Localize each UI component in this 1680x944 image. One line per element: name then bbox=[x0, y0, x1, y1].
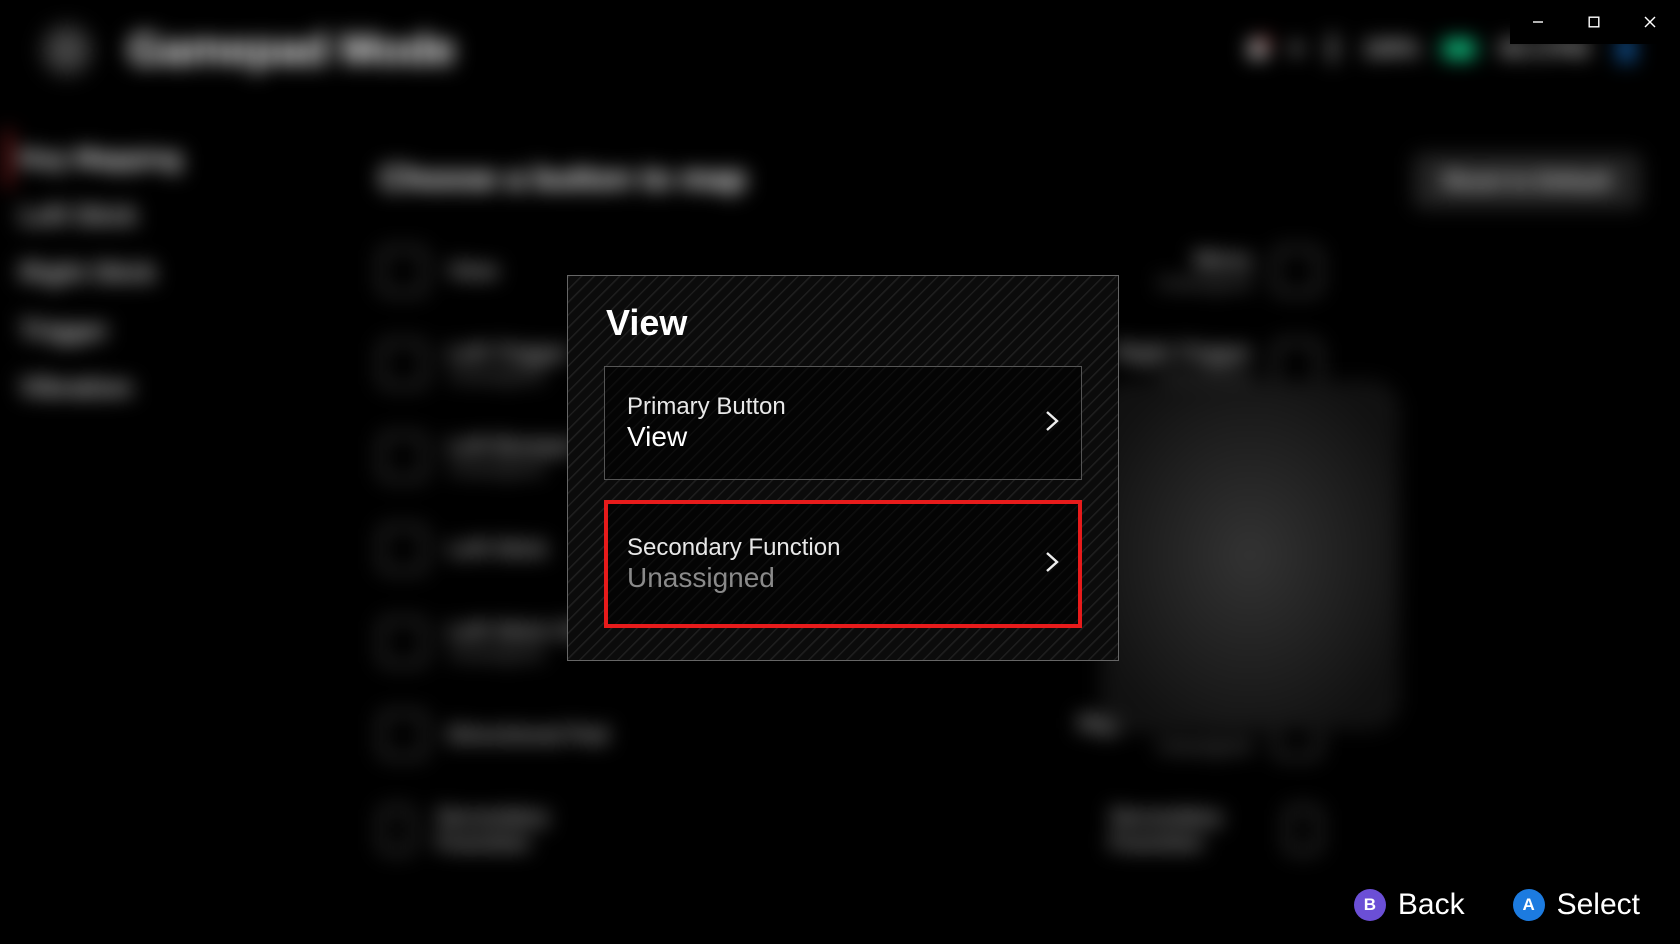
wifi-icon: ▾ bbox=[1291, 36, 1302, 62]
secondary-function-value: Unassigned bbox=[627, 562, 840, 594]
main-heading: Choose a button to map bbox=[380, 160, 1320, 197]
primary-button-label: Primary Button bbox=[627, 393, 786, 421]
mapping-icon bbox=[380, 807, 414, 853]
mapping-label[interactable]: Left Bumper bbox=[448, 433, 578, 458]
secondary-function-label[interactable]: Secondary Function bbox=[1110, 804, 1223, 855]
modal-title: View bbox=[606, 302, 1082, 344]
app-logo-icon bbox=[40, 23, 94, 77]
mapping-icon bbox=[1286, 807, 1320, 853]
select-hint[interactable]: A Select bbox=[1513, 888, 1640, 922]
sidebar-item-trigger[interactable]: Trigger bbox=[20, 302, 182, 359]
mapping-icon bbox=[380, 619, 426, 665]
select-label: Select bbox=[1557, 888, 1640, 922]
secondary-function-label[interactable]: Secondary Function bbox=[436, 804, 549, 855]
mapping-icon bbox=[380, 248, 426, 294]
sidebar-item-vibration[interactable]: Vibration bbox=[20, 359, 182, 416]
window-minimize-button[interactable] bbox=[1510, 0, 1566, 44]
window-controls bbox=[1510, 0, 1680, 44]
mapping-label[interactable]: View bbox=[448, 258, 498, 283]
gamepad-illustration bbox=[1100, 380, 1400, 730]
sidebar-item-rightstick[interactable]: Right Stick bbox=[20, 244, 182, 301]
mapping-label[interactable]: Left Stick bbox=[448, 536, 547, 561]
view-options-modal: View Primary Button View Secondary Funct… bbox=[567, 275, 1119, 661]
secondary-function-label: Secondary Function bbox=[627, 534, 840, 562]
mapping-icon bbox=[1274, 248, 1320, 294]
mapping-label[interactable]: Left Trigger bbox=[448, 340, 569, 365]
mapping-icon bbox=[380, 712, 426, 758]
page-title: Gamepad Mode bbox=[128, 25, 456, 75]
b-button-icon: B bbox=[1354, 889, 1386, 921]
battery-icon bbox=[1443, 40, 1475, 58]
chevron-right-icon bbox=[1045, 549, 1059, 580]
back-hint[interactable]: B Back bbox=[1354, 888, 1465, 922]
back-label: Back bbox=[1398, 888, 1465, 922]
mapping-label[interactable]: Menu bbox=[1195, 247, 1252, 272]
window-close-button[interactable] bbox=[1622, 0, 1678, 44]
a-button-icon: A bbox=[1513, 889, 1545, 921]
primary-button-option[interactable]: Primary Button View bbox=[604, 366, 1082, 480]
secondary-function-option[interactable]: Secondary Function Unassigned bbox=[604, 500, 1082, 628]
battery-percent: 100% bbox=[1363, 36, 1419, 62]
footer-hints: B Back A Select bbox=[1354, 888, 1640, 922]
sidebar-item-keymapping[interactable]: Key Mapping bbox=[6, 130, 182, 187]
sidebar-item-leftstick[interactable]: Left Stick bbox=[20, 187, 182, 244]
notification-icon bbox=[1249, 40, 1267, 58]
mapping-icon bbox=[380, 341, 426, 387]
chevron-right-icon bbox=[1045, 408, 1059, 439]
mapping-icon bbox=[380, 526, 426, 572]
mapping-label[interactable]: Right Trigger bbox=[1115, 340, 1252, 365]
sidebar: Key Mapping Left Stick Right Stick Trigg… bbox=[20, 130, 182, 416]
mapping-label[interactable]: Directional Pad bbox=[448, 722, 608, 747]
primary-button-value: View bbox=[627, 421, 786, 453]
bluetooth-icon: ┃ bbox=[1326, 36, 1339, 62]
reset-to-default-button[interactable]: Reset to Default bbox=[1415, 155, 1640, 207]
window-maximize-button[interactable] bbox=[1566, 0, 1622, 44]
mapping-icon bbox=[380, 434, 426, 480]
